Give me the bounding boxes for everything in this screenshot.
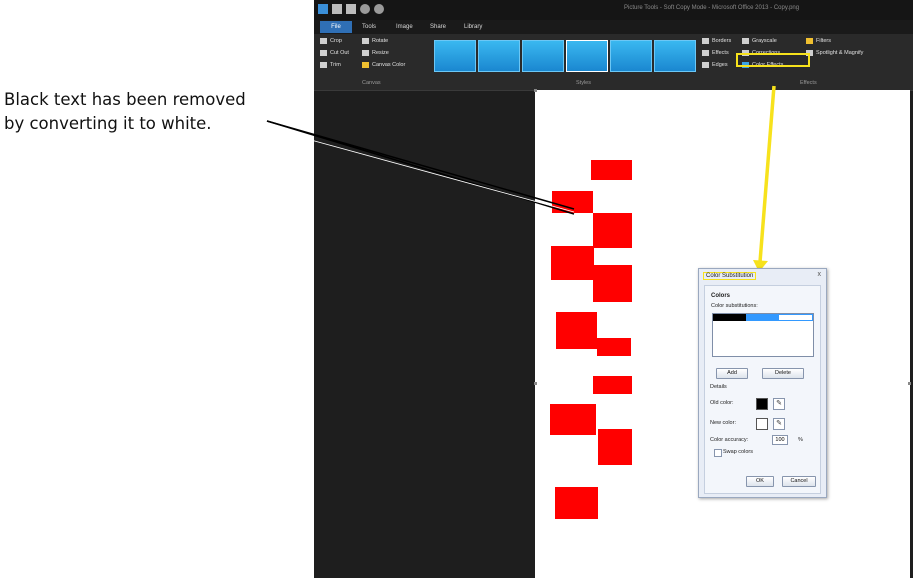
old-color-swatch[interactable] [756,398,768,410]
details-label: Details [710,384,727,390]
substitutions-label: Color substitutions: [711,303,758,309]
percent-label: % [798,437,803,443]
color-substitution-dialog: Color Substitution x Colors Color substi… [698,268,827,498]
new-color-chip [778,314,814,321]
ok-button[interactable]: OK [746,476,774,487]
add-button[interactable]: Add [716,368,748,379]
dialog-close-button[interactable]: x [818,271,822,278]
old-color-label: Old color: [710,400,734,406]
new-color-swatch[interactable] [756,418,768,430]
old-color-chip [713,314,746,321]
colors-heading: Colors [711,293,731,299]
substitutions-list[interactable] [712,313,814,357]
arrow-chip [745,314,779,321]
cancel-button[interactable]: Cancel [782,476,816,487]
swap-colors-checkbox[interactable] [714,449,722,457]
accuracy-input[interactable]: 100 [772,435,788,445]
delete-button[interactable]: Delete [762,368,804,379]
dialog-title: Color Substitution [703,272,757,280]
eyedropper-icon[interactable]: ✎ [773,418,785,430]
eyedropper-icon[interactable]: ✎ [773,398,785,410]
new-color-label: New color: [710,420,736,426]
swap-colors-label: Swap colors [723,449,753,455]
accuracy-label: Color accuracy: [710,437,749,443]
substitution-row[interactable] [713,314,814,321]
